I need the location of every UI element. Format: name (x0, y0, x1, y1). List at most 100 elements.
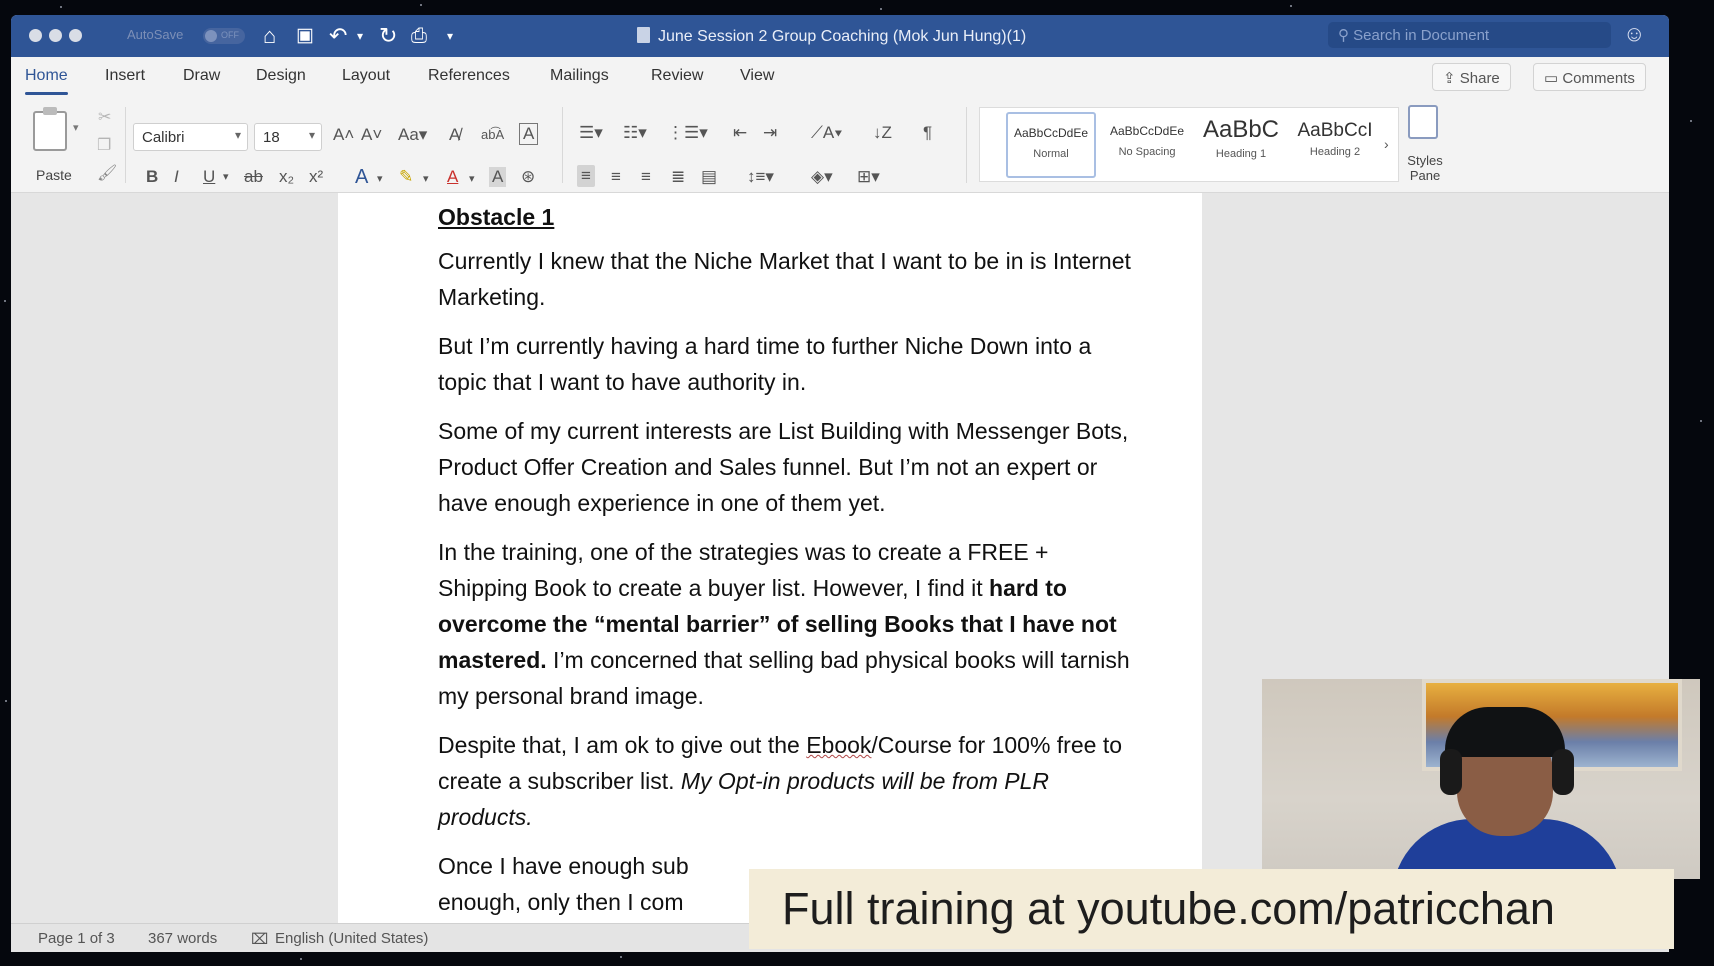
tab-mailings[interactable]: Mailings (550, 67, 609, 85)
italic-icon[interactable]: I (174, 167, 179, 187)
style-no-spacing[interactable]: AaBbCcDdEe No Spacing (1102, 112, 1192, 178)
tab-home[interactable]: Home (25, 67, 68, 95)
document-heading: Obstacle 1 (438, 204, 555, 230)
multilevel-list-icon[interactable]: ⋮☰▾ (667, 123, 708, 143)
tab-references[interactable]: References (428, 67, 510, 85)
undo-icon[interactable]: ↶ (329, 23, 347, 49)
copy-icon[interactable]: ❐ (97, 135, 111, 155)
align-left-icon[interactable]: ≡ (577, 165, 595, 187)
tab-review[interactable]: Review (651, 67, 703, 85)
character-border-icon[interactable]: A (519, 123, 539, 145)
paragraph: Despite that, I am ok to give out the Eb… (438, 732, 1122, 830)
bold-icon[interactable]: B (146, 167, 158, 187)
align-right-icon[interactable]: ≡ (641, 167, 651, 187)
chevron-right-icon[interactable]: › (1384, 134, 1389, 154)
maximize-window-button[interactable] (69, 29, 82, 42)
grow-font-icon[interactable]: A˄ (333, 125, 354, 145)
autosave-toggle[interactable]: OFF (203, 28, 245, 44)
document-body[interactable]: Obstacle 1 Currently I knew that the Nic… (438, 199, 1138, 920)
promo-banner: Full training at youtube.com/patricchan (749, 869, 1674, 949)
webcam-overlay (1262, 679, 1700, 879)
search-in-document-input[interactable]: ⚲ Search in Document (1328, 22, 1611, 48)
subscript-icon[interactable]: x₂ (279, 167, 294, 187)
close-window-button[interactable] (29, 29, 42, 42)
show-paragraph-marks-icon[interactable]: ¶ (923, 123, 932, 143)
increase-indent-icon[interactable]: ⇥ (763, 123, 777, 143)
customize-toolbar-icon[interactable]: ▾ (447, 23, 453, 49)
text-effects-dropdown-icon[interactable]: ▾ (377, 169, 383, 189)
proofing-icon[interactable]: ⌧ (251, 930, 268, 948)
change-case-icon[interactable]: Aa▾ (398, 125, 427, 145)
tab-design[interactable]: Design (256, 67, 306, 85)
decrease-indent-icon[interactable]: ⇤ (733, 123, 747, 143)
clear-formatting-icon[interactable]: A̸ (449, 125, 460, 145)
shrink-font-icon[interactable]: A˅ (361, 125, 382, 145)
distributed-icon[interactable]: ▤ (701, 167, 717, 187)
format-painter-icon[interactable]: 🖌 (97, 163, 117, 183)
feedback-smiley-icon[interactable]: ☺ (1623, 21, 1645, 47)
language-indicator[interactable]: English (United States) (275, 930, 428, 947)
sort-icon[interactable]: ↓Z (873, 123, 892, 143)
text-effects-icon[interactable]: A (355, 167, 368, 187)
tab-view[interactable]: View (740, 67, 774, 85)
font-size-select[interactable]: 18 ▾ (254, 123, 322, 151)
shading-icon[interactable]: ◈▾ (811, 167, 833, 187)
superscript-icon[interactable]: x² (309, 167, 323, 187)
font-name-select[interactable]: Calibri ▾ (133, 123, 248, 151)
tab-insert[interactable]: Insert (105, 67, 145, 85)
line-spacing-icon[interactable]: ↕≡▾ (747, 167, 774, 187)
autosave-label: AutoSave (127, 27, 184, 42)
character-shading-icon[interactable]: A (489, 167, 507, 187)
search-icon: ⚲ (1338, 27, 1349, 44)
phonetic-guide-icon[interactable]: ab͡A (481, 125, 504, 145)
spelling-flag: Ebook (806, 732, 872, 758)
enclose-characters-icon[interactable]: ⊛ (521, 167, 535, 187)
borders-icon[interactable]: ⊞▾ (857, 167, 880, 187)
title-bar: AutoSave OFF ⌂ ▣ ↶ ▾ ↻ ⎙ ▾ June Session … (11, 15, 1669, 57)
align-center-icon[interactable]: ≡ (611, 167, 621, 187)
redo-icon[interactable]: ↻ (379, 23, 397, 49)
highlight-icon[interactable]: ✎ (399, 167, 413, 187)
style-heading-2[interactable]: AaBbCcI Heading 2 (1290, 112, 1380, 178)
undo-dropdown-icon[interactable]: ▾ (357, 23, 363, 49)
home-icon[interactable]: ⌂ (263, 23, 276, 49)
style-normal[interactable]: AaBbCcDdEe Normal (1006, 112, 1096, 178)
paste-dropdown-icon[interactable]: ▾ (73, 121, 79, 134)
bullets-icon[interactable]: ☰▾ (579, 123, 603, 143)
tab-layout[interactable]: Layout (342, 67, 390, 85)
headphone-left (1440, 749, 1462, 795)
paragraph: Currently I knew that the Niche Market t… (438, 248, 1131, 310)
paste-icon[interactable] (33, 107, 67, 151)
tab-draw[interactable]: Draw (183, 67, 220, 85)
page-count[interactable]: Page 1 of 3 (38, 930, 115, 947)
comment-icon: ▭ (1544, 70, 1563, 87)
headphone-right (1552, 749, 1574, 795)
print-icon[interactable]: ⎙ (411, 23, 427, 49)
comments-button[interactable]: ▭ Comments (1533, 63, 1646, 91)
home-ribbon: ▾ Paste ✂ ❐ 🖌 Calibri ▾ 18 ▾ A˄ A˅ Aa▾ A̸ … (11, 97, 1669, 193)
font-color-icon[interactable]: A (447, 167, 458, 187)
asian-layout-icon[interactable]: ⟋A▾ (811, 123, 843, 143)
style-heading-1[interactable]: AaBbC Heading 1 (1196, 112, 1286, 178)
minimize-window-button[interactable] (49, 29, 62, 42)
styles-gallery: AaBbCcDdEe Normal AaBbCcDdEe No Spacing … (979, 107, 1399, 182)
word-count[interactable]: 367 words (148, 930, 217, 947)
document-icon (637, 27, 650, 43)
numbering-icon[interactable]: ☷▾ (623, 123, 647, 143)
chevron-down-icon: ▾ (234, 128, 241, 142)
save-icon[interactable]: ▣ (296, 23, 314, 49)
underline-icon[interactable]: U (203, 167, 215, 187)
font-color-dropdown-icon[interactable]: ▾ (469, 169, 475, 189)
strikethrough-icon[interactable]: ab (244, 167, 263, 187)
document-title: June Session 2 Group Coaching (Mok Jun H… (637, 27, 1026, 46)
justify-icon[interactable]: ≣ (671, 167, 685, 187)
share-icon: ⇪ (1443, 70, 1460, 87)
paragraph: Some of my current interests are List Bu… (438, 418, 1129, 516)
styles-pane-icon[interactable] (1408, 105, 1438, 139)
styles-pane-label[interactable]: Styles Pane (1407, 153, 1443, 183)
underline-dropdown-icon[interactable]: ▾ (223, 167, 229, 187)
highlight-dropdown-icon[interactable]: ▾ (423, 169, 429, 189)
cut-icon[interactable]: ✂ (98, 107, 111, 127)
share-button[interactable]: ⇪ Share (1432, 63, 1511, 91)
presenter-cap (1445, 707, 1565, 757)
